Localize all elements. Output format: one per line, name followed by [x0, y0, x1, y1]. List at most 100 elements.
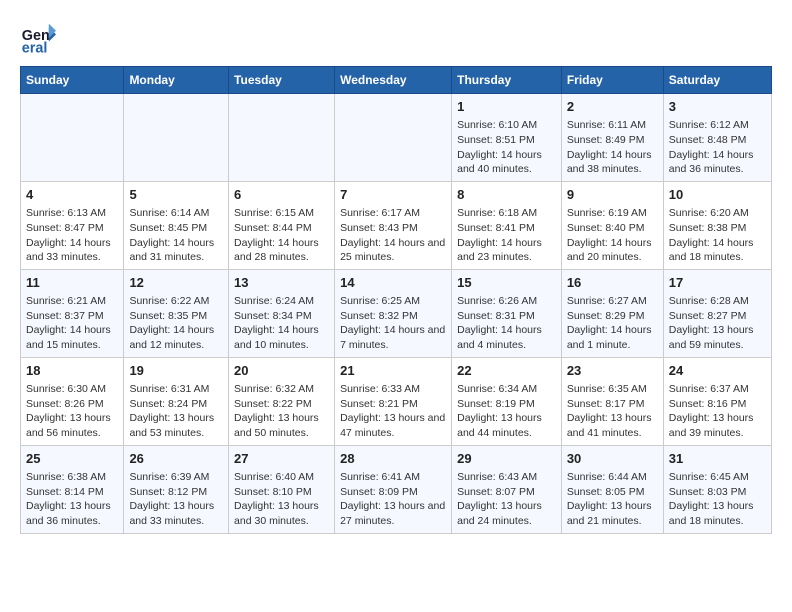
calendar-table: SundayMondayTuesdayWednesdayThursdayFrid… [20, 66, 772, 534]
calendar-week-row: 4 Sunrise: 6:13 AM Sunset: 8:47 PM Daylig… [21, 181, 772, 269]
day-content: Sunrise: 6:18 AM Sunset: 8:41 PM Dayligh… [457, 206, 556, 265]
day-content: Sunrise: 6:43 AM Sunset: 8:07 PM Dayligh… [457, 470, 556, 529]
logo: Gen eral [20, 20, 60, 56]
day-content: Sunrise: 6:26 AM Sunset: 8:31 PM Dayligh… [457, 294, 556, 353]
day-content: Sunrise: 6:34 AM Sunset: 8:19 PM Dayligh… [457, 382, 556, 441]
svg-text:eral: eral [22, 40, 48, 56]
day-number: 30 [567, 450, 658, 468]
calendar-cell [124, 94, 229, 182]
calendar-cell: 9Sunrise: 6:19 AM Sunset: 8:40 PM Daylig… [561, 181, 663, 269]
calendar-week-row: 11 Sunrise: 6:21 AM Sunset: 8:37 PM Dayli… [21, 269, 772, 357]
column-header-saturday: Saturday [663, 67, 771, 94]
calendar-cell: 7 Sunrise: 6:17 AM Sunset: 8:43 PM Daylig… [335, 181, 452, 269]
calendar-cell: 13 Sunrise: 6:24 AM Sunset: 8:34 PM Dayli… [229, 269, 335, 357]
calendar-cell: 1Sunrise: 6:10 AM Sunset: 8:51 PM Daylig… [452, 94, 562, 182]
day-number: 3 [669, 98, 766, 116]
day-content: Sunrise: 6:45 AM Sunset: 8:03 PM Dayligh… [669, 470, 766, 529]
calendar-header-row: SundayMondayTuesdayWednesdayThursdayFrid… [21, 67, 772, 94]
day-content: Sunrise: 6:17 AM Sunset: 8:43 PM Dayligh… [340, 206, 446, 265]
day-content: Sunrise: 6:12 AM Sunset: 8:48 PM Dayligh… [669, 118, 766, 177]
calendar-cell: 27 Sunrise: 6:40 AM Sunset: 8:10 PM Dayli… [229, 445, 335, 533]
day-number: 6 [234, 186, 329, 204]
calendar-cell: 8Sunrise: 6:18 AM Sunset: 8:41 PM Daylig… [452, 181, 562, 269]
calendar-cell: 11 Sunrise: 6:21 AM Sunset: 8:37 PM Dayli… [21, 269, 124, 357]
calendar-cell: 2 Sunrise: 6:11 AM Sunset: 8:49 PM Daylig… [561, 94, 663, 182]
calendar-cell: 30 Sunrise: 6:44 AM Sunset: 8:05 PM Dayli… [561, 445, 663, 533]
day-content: Sunrise: 6:32 AM Sunset: 8:22 PM Dayligh… [234, 382, 329, 441]
day-content: Sunrise: 6:10 AM Sunset: 8:51 PM Dayligh… [457, 118, 556, 177]
calendar-cell: 18Sunrise: 6:30 AM Sunset: 8:26 PM Dayli… [21, 357, 124, 445]
calendar-week-row: 1Sunrise: 6:10 AM Sunset: 8:51 PM Daylig… [21, 94, 772, 182]
day-number: 2 [567, 98, 658, 116]
day-number: 25 [26, 450, 118, 468]
day-number: 22 [457, 362, 556, 380]
day-number: 24 [669, 362, 766, 380]
day-number: 19 [129, 362, 223, 380]
day-content: Sunrise: 6:15 AM Sunset: 8:44 PM Dayligh… [234, 206, 329, 265]
day-content: Sunrise: 6:27 AM Sunset: 8:29 PM Dayligh… [567, 294, 658, 353]
day-number: 21 [340, 362, 446, 380]
day-content: Sunrise: 6:20 AM Sunset: 8:38 PM Dayligh… [669, 206, 766, 265]
column-header-wednesday: Wednesday [335, 67, 452, 94]
calendar-week-row: 25 Sunrise: 6:38 AM Sunset: 8:14 PM Dayli… [21, 445, 772, 533]
calendar-cell: 6 Sunrise: 6:15 AM Sunset: 8:44 PM Daylig… [229, 181, 335, 269]
day-content: Sunrise: 6:35 AM Sunset: 8:17 PM Dayligh… [567, 382, 658, 441]
day-number: 7 [340, 186, 446, 204]
day-number: 5 [129, 186, 223, 204]
calendar-cell: 19 Sunrise: 6:31 AM Sunset: 8:24 PM Dayli… [124, 357, 229, 445]
calendar-week-row: 18Sunrise: 6:30 AM Sunset: 8:26 PM Dayli… [21, 357, 772, 445]
day-content: Sunrise: 6:30 AM Sunset: 8:26 PM Dayligh… [26, 382, 118, 441]
calendar-cell: 5 Sunrise: 6:14 AM Sunset: 8:45 PM Daylig… [124, 181, 229, 269]
day-number: 4 [26, 186, 118, 204]
day-content: Sunrise: 6:33 AM Sunset: 8:21 PM Dayligh… [340, 382, 446, 441]
calendar-cell: 29 Sunrise: 6:43 AM Sunset: 8:07 PM Dayli… [452, 445, 562, 533]
calendar-cell: 24 Sunrise: 6:37 AM Sunset: 8:16 PM Dayli… [663, 357, 771, 445]
day-number: 13 [234, 274, 329, 292]
day-content: Sunrise: 6:31 AM Sunset: 8:24 PM Dayligh… [129, 382, 223, 441]
calendar-cell: 14Sunrise: 6:25 AM Sunset: 8:32 PM Dayli… [335, 269, 452, 357]
day-content: Sunrise: 6:39 AM Sunset: 8:12 PM Dayligh… [129, 470, 223, 529]
column-header-sunday: Sunday [21, 67, 124, 94]
calendar-cell: 22 Sunrise: 6:34 AM Sunset: 8:19 PM Dayli… [452, 357, 562, 445]
day-number: 10 [669, 186, 766, 204]
day-content: Sunrise: 6:14 AM Sunset: 8:45 PM Dayligh… [129, 206, 223, 265]
day-content: Sunrise: 6:25 AM Sunset: 8:32 PM Dayligh… [340, 294, 446, 353]
calendar-cell [335, 94, 452, 182]
day-number: 31 [669, 450, 766, 468]
calendar-cell: 16 Sunrise: 6:27 AM Sunset: 8:29 PM Dayli… [561, 269, 663, 357]
calendar-cell: 25 Sunrise: 6:38 AM Sunset: 8:14 PM Dayli… [21, 445, 124, 533]
calendar-cell: 4 Sunrise: 6:13 AM Sunset: 8:47 PM Daylig… [21, 181, 124, 269]
calendar-cell: 20 Sunrise: 6:32 AM Sunset: 8:22 PM Dayli… [229, 357, 335, 445]
calendar-cell: 23 Sunrise: 6:35 AM Sunset: 8:17 PM Dayli… [561, 357, 663, 445]
day-number: 16 [567, 274, 658, 292]
day-number: 11 [26, 274, 118, 292]
day-number: 27 [234, 450, 329, 468]
day-content: Sunrise: 6:21 AM Sunset: 8:37 PM Dayligh… [26, 294, 118, 353]
day-number: 26 [129, 450, 223, 468]
day-number: 20 [234, 362, 329, 380]
day-number: 17 [669, 274, 766, 292]
calendar-cell [229, 94, 335, 182]
day-content: Sunrise: 6:44 AM Sunset: 8:05 PM Dayligh… [567, 470, 658, 529]
day-content: Sunrise: 6:28 AM Sunset: 8:27 PM Dayligh… [669, 294, 766, 353]
day-number: 23 [567, 362, 658, 380]
day-content: Sunrise: 6:24 AM Sunset: 8:34 PM Dayligh… [234, 294, 329, 353]
column-header-thursday: Thursday [452, 67, 562, 94]
page-header: Gen eral [20, 20, 772, 56]
calendar-cell: 17 Sunrise: 6:28 AM Sunset: 8:27 PM Dayli… [663, 269, 771, 357]
calendar-cell: 26 Sunrise: 6:39 AM Sunset: 8:12 PM Dayli… [124, 445, 229, 533]
logo-icon: Gen eral [20, 20, 56, 56]
day-content: Sunrise: 6:13 AM Sunset: 8:47 PM Dayligh… [26, 206, 118, 265]
calendar-cell: 21 Sunrise: 6:33 AM Sunset: 8:21 PM Dayli… [335, 357, 452, 445]
calendar-cell [21, 94, 124, 182]
day-number: 15 [457, 274, 556, 292]
day-number: 29 [457, 450, 556, 468]
calendar-cell: 3 Sunrise: 6:12 AM Sunset: 8:48 PM Daylig… [663, 94, 771, 182]
day-content: Sunrise: 6:11 AM Sunset: 8:49 PM Dayligh… [567, 118, 658, 177]
day-content: Sunrise: 6:37 AM Sunset: 8:16 PM Dayligh… [669, 382, 766, 441]
day-content: Sunrise: 6:38 AM Sunset: 8:14 PM Dayligh… [26, 470, 118, 529]
day-number: 9 [567, 186, 658, 204]
calendar-cell: 28Sunrise: 6:41 AM Sunset: 8:09 PM Dayli… [335, 445, 452, 533]
day-content: Sunrise: 6:40 AM Sunset: 8:10 PM Dayligh… [234, 470, 329, 529]
day-number: 12 [129, 274, 223, 292]
